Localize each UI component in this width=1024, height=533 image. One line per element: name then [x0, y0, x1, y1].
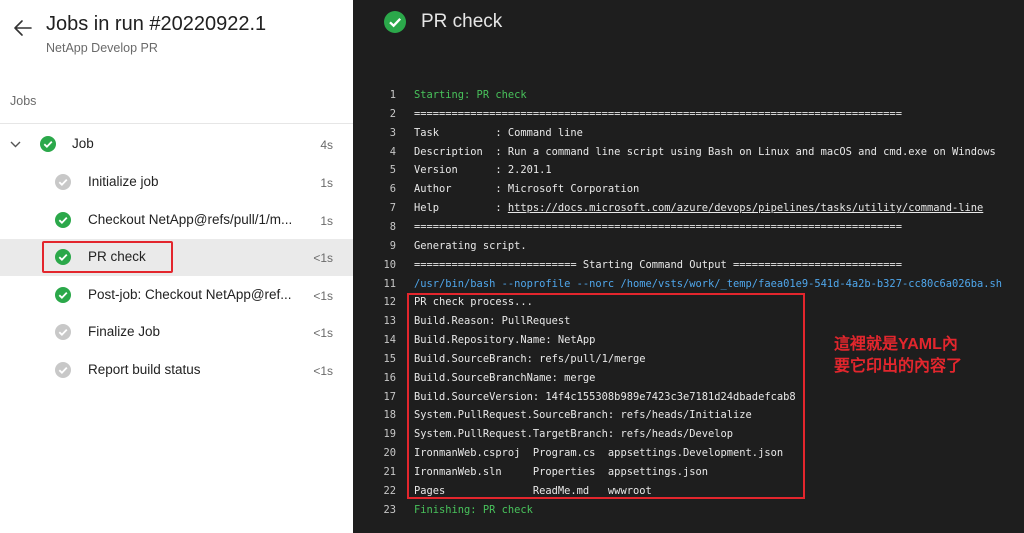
step-label: Checkout NetApp@refs/pull/1/m...: [88, 212, 293, 227]
success-check-icon: [55, 287, 71, 303]
step-label: Post-job: Checkout NetApp@ref...: [88, 287, 292, 302]
step-detail-panel: PR check 1 Starting: PR check 2 ===========…: [353, 0, 1024, 533]
line-number: 8: [389, 220, 396, 233]
annotation-text: 這裡就是YAML內 要它印出的內容了: [834, 336, 963, 375]
line-number: 5: [389, 164, 396, 177]
job-duration: 4s: [320, 138, 333, 152]
line-number: 2: [389, 107, 396, 120]
step-row[interactable]: Finalize Job <1s: [0, 314, 353, 351]
jobs-header: Jobs in run #20220922.1 NetApp Develop P…: [0, 0, 353, 74]
skipped-check-icon: [55, 362, 71, 378]
step-duration: <1s: [313, 364, 333, 378]
line-number: 7: [389, 202, 396, 215]
job-label: Job: [72, 136, 94, 151]
log-text: ========================== Starting Comm…: [414, 258, 902, 271]
step-title: PR check: [421, 11, 503, 32]
line-number: 4: [389, 145, 396, 158]
line-number: 20: [383, 447, 396, 460]
log-line: 3 Task : Command line: [353, 124, 1024, 143]
log-text: /usr/bin/bash --noprofile --norc /home/v…: [414, 277, 1003, 290]
log-text: Starting: PR check: [414, 89, 527, 101]
log-text: Version : 2.201.1: [414, 164, 552, 177]
line-number: 11: [383, 277, 396, 290]
highlight-box: [407, 293, 805, 499]
line-number: 18: [383, 409, 396, 422]
line-number: 9: [389, 239, 396, 252]
line-number: 17: [383, 390, 396, 403]
back-arrow-icon[interactable]: [11, 16, 35, 40]
line-number: 14: [383, 334, 396, 347]
step-row[interactable]: Post-job: Checkout NetApp@ref... <1s: [0, 277, 353, 314]
step-row[interactable]: Checkout NetApp@refs/pull/1/m... 1s: [0, 202, 353, 239]
log-line: 8 =======================================…: [353, 218, 1024, 237]
log-text: Task : Command line: [414, 126, 583, 139]
help-link[interactable]: https://docs.microsoft.com/azure/devops/…: [508, 202, 983, 214]
log-text: Generating script.: [414, 239, 527, 252]
line-number: 15: [383, 352, 396, 365]
log-line: 9 Generating script.: [353, 237, 1024, 256]
log-line: 6 Author : Microsoft Corporation: [353, 180, 1024, 199]
step-label: Initialize job: [88, 174, 159, 189]
success-check-icon: [40, 136, 56, 152]
chevron-down-icon[interactable]: [9, 138, 22, 151]
success-check-icon: [55, 212, 71, 228]
step-row[interactable]: Initialize job 1s: [0, 164, 353, 201]
step-duration: 1s: [320, 176, 333, 190]
line-number: 19: [383, 428, 396, 441]
job-row[interactable]: Job 4s: [0, 126, 353, 163]
log-text: Description : Run a command line script …: [414, 145, 996, 158]
step-label: Report build status: [88, 362, 201, 377]
page-title: Jobs in run #20220922.1: [46, 13, 267, 35]
divider: [0, 123, 353, 124]
log-line: 7 Help : https://docs.microsoft.com/azure…: [353, 199, 1024, 218]
log-text: Help : https://docs.microsoft.com/azure/…: [414, 199, 983, 218]
line-number: 12: [383, 296, 396, 309]
log-line: 10 ========================== Starting Co…: [353, 256, 1024, 275]
log-line: 2 =======================================…: [353, 105, 1024, 124]
line-number: 21: [383, 466, 396, 478]
skipped-check-icon: [55, 324, 71, 340]
line-number: 22: [383, 484, 396, 497]
log-text: Author : Microsoft Corporation: [414, 183, 640, 196]
line-number: 6: [389, 183, 396, 196]
log-text: ========================================…: [414, 220, 902, 233]
line-number: 16: [383, 371, 396, 384]
step-row[interactable]: Report build status <1s: [0, 352, 353, 389]
line-number: 3: [389, 126, 396, 139]
step-duration: <1s: [313, 289, 333, 303]
log-text-prefix: Help :: [414, 202, 508, 215]
success-check-icon: [384, 11, 406, 33]
log-line: 5 Version : 2.201.1: [353, 161, 1024, 180]
line-number: 1: [389, 89, 396, 101]
step-duration: <1s: [313, 251, 333, 265]
step-duration: <1s: [313, 326, 333, 340]
jobs-panel: Jobs in run #20220922.1 NetApp Develop P…: [0, 0, 353, 533]
line-number: 23: [383, 503, 396, 516]
jobs-section-label: Jobs: [10, 94, 37, 108]
pipeline-subtitle: NetApp Develop PR: [46, 41, 158, 55]
log-line: 11/usr/bin/bash --noprofile --norc /home…: [353, 275, 1024, 294]
step-label: Finalize Job: [88, 324, 161, 339]
log-line: 1 Starting: PR check: [353, 86, 1024, 105]
log-line: 23 Finishing: PR check: [353, 501, 1024, 520]
line-number: 13: [383, 315, 396, 328]
log-text: ========================================…: [414, 107, 902, 120]
step-duration: 1s: [320, 214, 333, 228]
log-text: Finishing: PR check: [414, 503, 533, 516]
skipped-check-icon: [55, 174, 71, 190]
log-line: 4 Description : Run a command line script…: [353, 143, 1024, 162]
line-number: 10: [383, 258, 396, 271]
highlight-box: [42, 241, 173, 273]
